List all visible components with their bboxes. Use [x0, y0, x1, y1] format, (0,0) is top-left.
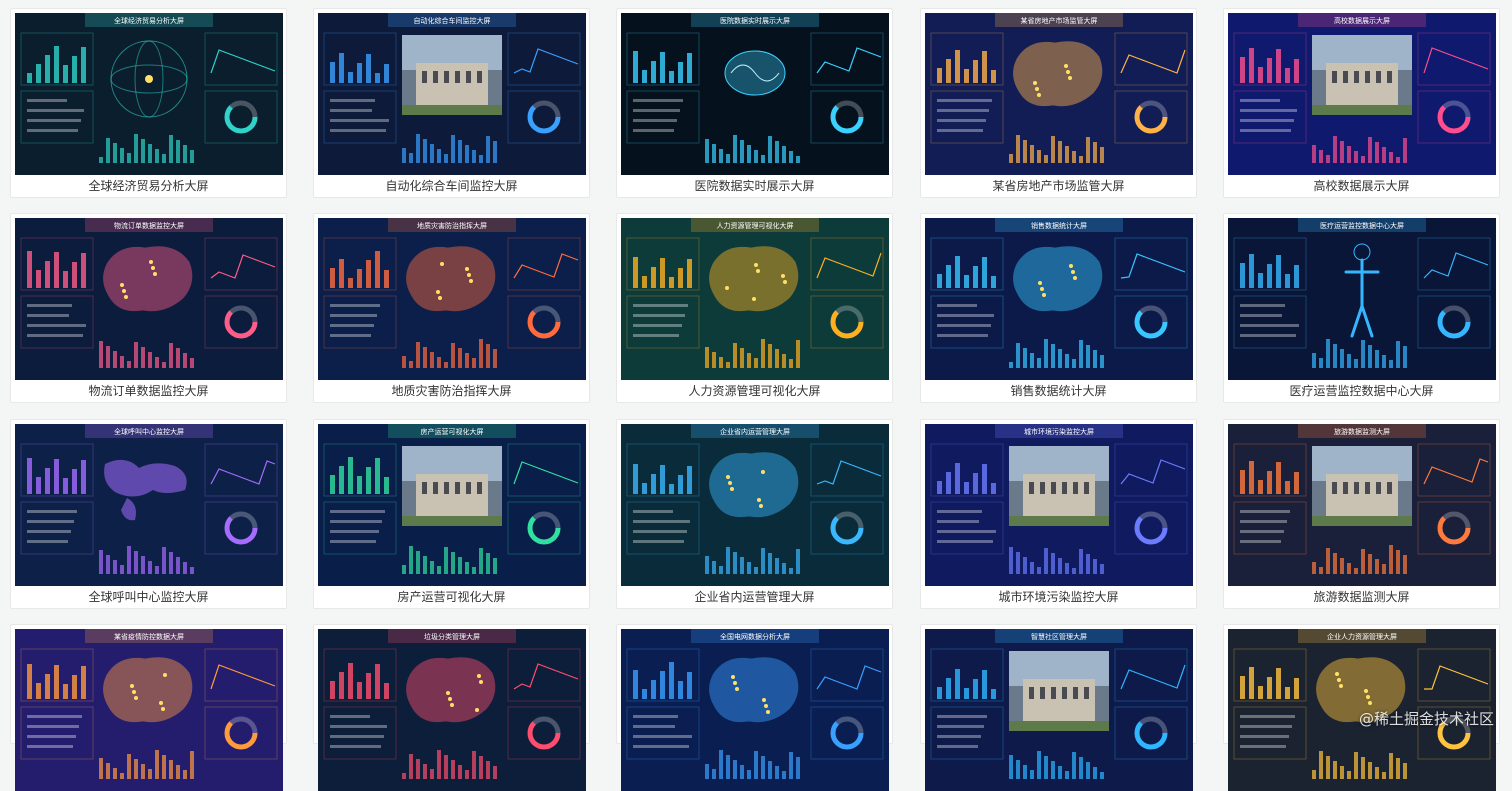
thumbnail-preview: 高校数据展示大屏 — [1228, 13, 1496, 175]
dashboard-thumbnail[interactable]: 旅游数据监测大屏 — [1228, 424, 1496, 586]
thumbnail-preview: 房产运营可视化大屏 — [318, 424, 586, 586]
thumbnail-screen-title: 企业人力资源管理大屏 — [1327, 632, 1397, 641]
thumbnail-screen-title: 企业省内运营管理大屏 — [720, 427, 790, 436]
dashboard-thumbnail[interactable]: 企业省内运营管理大屏 — [621, 424, 889, 586]
dashboard-caption[interactable]: 高校数据展示大屏 — [1224, 178, 1499, 194]
dashboard-card[interactable]: 全国电网数据分析大屏 — [616, 624, 893, 791]
thumbnail-screen-title: 垃圾分类管理大屏 — [424, 632, 480, 641]
dashboard-thumbnail[interactable]: 高校数据展示大屏 — [1228, 13, 1496, 175]
thumbnail-screen-title: 全国电网数据分析大屏 — [720, 632, 790, 641]
thumbnail-screen-title: 全球呼叫中心监控大屏 — [114, 427, 184, 436]
dashboard-thumbnail[interactable]: 某省疫情防控数据大屏 — [15, 629, 283, 791]
thumbnail-screen-title: 智慧社区管理大屏 — [1031, 632, 1087, 641]
dashboard-card[interactable]: 自动化综合车间监控大屏 自动化综合车间监控大屏 — [313, 8, 590, 198]
dashboard-caption[interactable]: 企业省内运营管理大屏 — [617, 589, 892, 605]
thumbnail-screen-title: 城市环境污染监控大屏 — [1024, 427, 1094, 436]
thumbnail-preview: 旅游数据监测大屏 — [1228, 424, 1496, 586]
dashboard-thumbnail[interactable]: 物流订单数据监控大屏 — [15, 218, 283, 380]
dashboard-thumbnail[interactable]: 某省房地产市场监管大屏 — [925, 13, 1193, 175]
dashboard-caption[interactable]: 医院数据实时展示大屏 — [617, 178, 892, 194]
dashboard-caption[interactable]: 房产运营可视化大屏 — [314, 589, 589, 605]
dashboard-thumbnail[interactable]: 智慧社区管理大屏 — [925, 629, 1193, 791]
dashboard-card[interactable]: 旅游数据监测大屏 旅游数据监测大屏 — [1223, 419, 1500, 609]
dashboard-card[interactable]: 全球呼叫中心监控大屏 全球呼叫中心监控大屏 — [10, 419, 287, 609]
thumbnail-preview: 企业省内运营管理大屏 — [621, 424, 889, 586]
thumbnail-preview: 全国电网数据分析大屏 — [621, 629, 889, 791]
dashboard-thumbnail[interactable]: 城市环境污染监控大屏 — [925, 424, 1193, 586]
dashboard-caption[interactable]: 人力资源管理可视化大屏 — [617, 383, 892, 399]
thumbnail-screen-title: 旅游数据监测大屏 — [1334, 427, 1390, 436]
dashboard-caption[interactable]: 城市环境污染监控大屏 — [921, 589, 1196, 605]
dashboard-thumbnail[interactable]: 人力资源管理可视化大屏 — [621, 218, 889, 380]
thumbnail-preview: 智慧社区管理大屏 — [925, 629, 1193, 791]
dashboard-caption[interactable]: 物流订单数据监控大屏 — [11, 383, 286, 399]
thumbnail-preview: 地质灾害防治指挥大屏 — [318, 218, 586, 380]
dashboard-card[interactable]: 地质灾害防治指挥大屏 地质灾害防治指挥大屏 — [313, 213, 590, 403]
dashboard-caption[interactable]: 全球呼叫中心监控大屏 — [11, 589, 286, 605]
thumbnail-preview: 垃圾分类管理大屏 — [318, 629, 586, 791]
dashboard-thumbnail[interactable]: 全国电网数据分析大屏 — [621, 629, 889, 791]
dashboard-thumbnail[interactable]: 垃圾分类管理大屏 — [318, 629, 586, 791]
thumbnail-screen-title: 人力资源管理可视化大屏 — [717, 221, 794, 230]
thumbnail-preview: 销售数据统计大屏 — [925, 218, 1193, 380]
thumbnail-screen-title: 物流订单数据监控大屏 — [114, 221, 184, 230]
thumbnail-preview: 全球呼叫中心监控大屏 — [15, 424, 283, 586]
thumbnail-preview: 医疗运营监控数据中心大屏 — [1228, 218, 1496, 380]
dashboard-caption[interactable]: 医疗运营监控数据中心大屏 — [1224, 383, 1499, 399]
dashboard-card[interactable]: 医院数据实时展示大屏 医院数据实时展示大屏 — [616, 8, 893, 198]
dashboard-card[interactable]: 某省疫情防控数据大屏 — [10, 624, 287, 791]
thumbnail-preview: 自动化综合车间监控大屏 — [318, 13, 586, 175]
dashboard-card[interactable]: 人力资源管理可视化大屏 人力资源管理可视化大屏 — [616, 213, 893, 403]
thumbnail-preview: 人力资源管理可视化大屏 — [621, 218, 889, 380]
dashboard-caption[interactable]: 旅游数据监测大屏 — [1224, 589, 1499, 605]
dashboard-thumbnail[interactable]: 地质灾害防治指挥大屏 — [318, 218, 586, 380]
dashboard-thumbnail[interactable]: 医疗运营监控数据中心大屏 — [1228, 218, 1496, 380]
thumbnail-preview: 城市环境污染监控大屏 — [925, 424, 1193, 586]
thumbnail-screen-title: 地质灾害防治指挥大屏 — [417, 221, 487, 230]
dashboard-card[interactable]: 全球经济贸易分析大屏 全球经济贸易分析大屏 — [10, 8, 287, 198]
thumbnail-screen-title: 房产运营可视化大屏 — [421, 427, 484, 436]
dashboard-thumbnail[interactable]: 自动化综合车间监控大屏 — [318, 13, 586, 175]
thumbnail-screen-title: 医疗运营监控数据中心大屏 — [1320, 221, 1404, 230]
dashboard-thumbnail[interactable]: 全球经济贸易分析大屏 — [15, 13, 283, 175]
thumbnail-screen-title: 销售数据统计大屏 — [1031, 221, 1087, 230]
thumbnail-screen-title: 全球经济贸易分析大屏 — [114, 16, 184, 25]
dashboard-card[interactable]: 医疗运营监控数据中心大屏 医疗运营监控数据中心大屏 — [1223, 213, 1500, 403]
dashboard-caption[interactable]: 某省房地产市场监管大屏 — [921, 178, 1196, 194]
thumbnail-screen-title: 高校数据展示大屏 — [1334, 16, 1390, 25]
dashboard-card[interactable]: 智慧社区管理大屏 — [920, 624, 1197, 791]
thumbnail-preview: 某省疫情防控数据大屏 — [15, 629, 283, 791]
dashboard-thumbnail[interactable]: 医院数据实时展示大屏 — [621, 13, 889, 175]
thumbnail-preview: 某省房地产市场监管大屏 — [925, 13, 1193, 175]
dashboard-thumbnail[interactable]: 销售数据统计大屏 — [925, 218, 1193, 380]
dashboard-card[interactable]: 某省房地产市场监管大屏 某省房地产市场监管大屏 — [920, 8, 1197, 198]
dashboard-caption[interactable]: 自动化综合车间监控大屏 — [314, 178, 589, 194]
thumbnail-screen-title: 某省疫情防控数据大屏 — [114, 632, 184, 641]
thumbnail-screen-title: 医院数据实时展示大屏 — [720, 16, 790, 25]
thumbnail-preview: 医院数据实时展示大屏 — [621, 13, 889, 175]
dashboard-card[interactable]: 高校数据展示大屏 高校数据展示大屏 — [1223, 8, 1500, 198]
dashboard-caption[interactable]: 全球经济贸易分析大屏 — [11, 178, 286, 194]
site-watermark: @稀土掘金技术社区 — [1358, 710, 1494, 728]
dashboard-card[interactable]: 企业省内运营管理大屏 企业省内运营管理大屏 — [616, 419, 893, 609]
dashboard-card[interactable]: 物流订单数据监控大屏 物流订单数据监控大屏 — [10, 213, 287, 403]
thumbnail-screen-title: 某省房地产市场监管大屏 — [1021, 16, 1098, 25]
thumbnail-preview: 物流订单数据监控大屏 — [15, 218, 283, 380]
dashboard-thumbnail[interactable]: 全球呼叫中心监控大屏 — [15, 424, 283, 586]
dashboard-thumbnail[interactable]: 房产运营可视化大屏 — [318, 424, 586, 586]
dashboard-card[interactable]: 垃圾分类管理大屏 — [313, 624, 590, 791]
dashboard-caption[interactable]: 销售数据统计大屏 — [921, 383, 1196, 399]
dashboard-card[interactable]: 城市环境污染监控大屏 城市环境污染监控大屏 — [920, 419, 1197, 609]
dashboard-caption[interactable]: 地质灾害防治指挥大屏 — [314, 383, 589, 399]
dashboard-card[interactable]: 销售数据统计大屏 销售数据统计大屏 — [920, 213, 1197, 403]
thumbnail-preview: 全球经济贸易分析大屏 — [15, 13, 283, 175]
thumbnail-screen-title: 自动化综合车间监控大屏 — [414, 16, 491, 25]
dashboard-card[interactable]: 房产运营可视化大屏 房产运营可视化大屏 — [313, 419, 590, 609]
